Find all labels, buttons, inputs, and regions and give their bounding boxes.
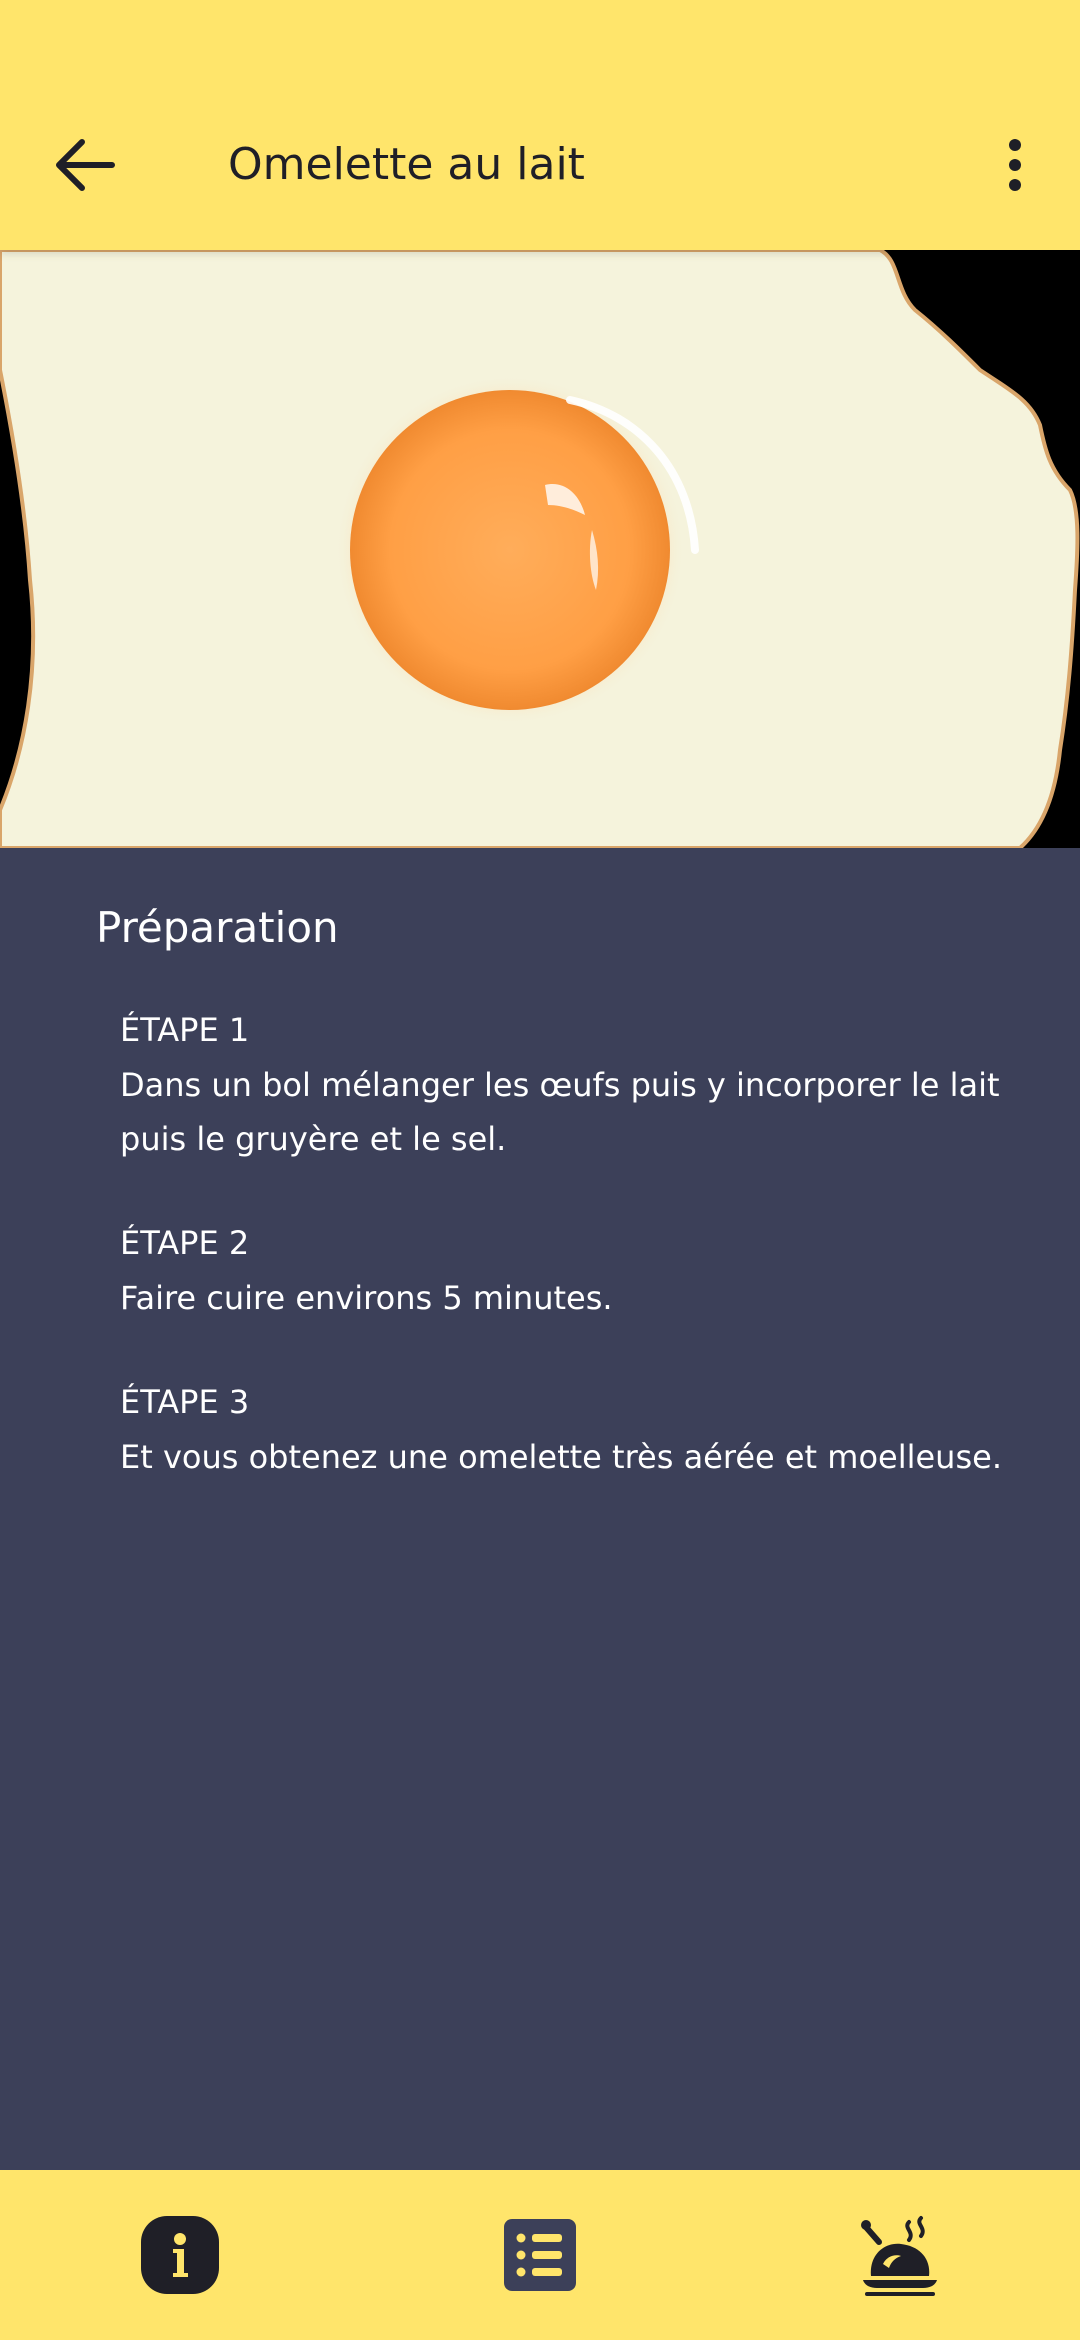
- step-text: Dans un bol mélanger les œufs puis y inc…: [120, 1066, 1000, 1158]
- cooking-chicken-icon: [861, 2216, 937, 2296]
- app-bar: Omelette au lait: [0, 0, 1080, 250]
- recipe-screen: Omelette au lait Préparation ÉTAPE 1 Dan…: [0, 0, 1080, 2340]
- section-title: Préparation: [96, 903, 339, 952]
- step-label: ÉTAPE 1: [120, 1011, 250, 1049]
- arrow-left-icon: [56, 139, 115, 191]
- tab-info[interactable]: [135, 2210, 225, 2300]
- step-text: Et vous obtenez une omelette très aérée …: [120, 1438, 1002, 1476]
- step-text: Faire cuire environs 5 minutes.: [120, 1279, 613, 1317]
- more-vertical-icon: [1009, 139, 1021, 191]
- bottom-navigation: [0, 2170, 1080, 2340]
- info-icon: [141, 2216, 219, 2294]
- step-label: ÉTAPE 2: [120, 1224, 250, 1262]
- page-title: Omelette au lait: [228, 139, 585, 190]
- step-item: ÉTAPE 2 Faire cuire environs 5 minutes.: [120, 1221, 1020, 1325]
- preparation-section: Préparation ÉTAPE 1 Dans un bol mélanger…: [0, 848, 1080, 2170]
- steps-list: ÉTAPE 1 Dans un bol mélanger les œufs pu…: [120, 1008, 1020, 1539]
- step-item: ÉTAPE 1 Dans un bol mélanger les œufs pu…: [120, 1008, 1020, 1166]
- step-item: ÉTAPE 3 Et vous obtenez une omelette trè…: [120, 1380, 1020, 1484]
- recipe-image: [0, 250, 1080, 848]
- step-label: ÉTAPE 3: [120, 1383, 250, 1421]
- back-button[interactable]: [40, 120, 130, 210]
- tab-cooking[interactable]: [855, 2210, 945, 2300]
- fried-egg-photo: [0, 250, 1080, 848]
- more-options-button[interactable]: [990, 120, 1040, 210]
- tab-ingredients[interactable]: [495, 2210, 585, 2300]
- list-icon: [504, 2219, 576, 2291]
